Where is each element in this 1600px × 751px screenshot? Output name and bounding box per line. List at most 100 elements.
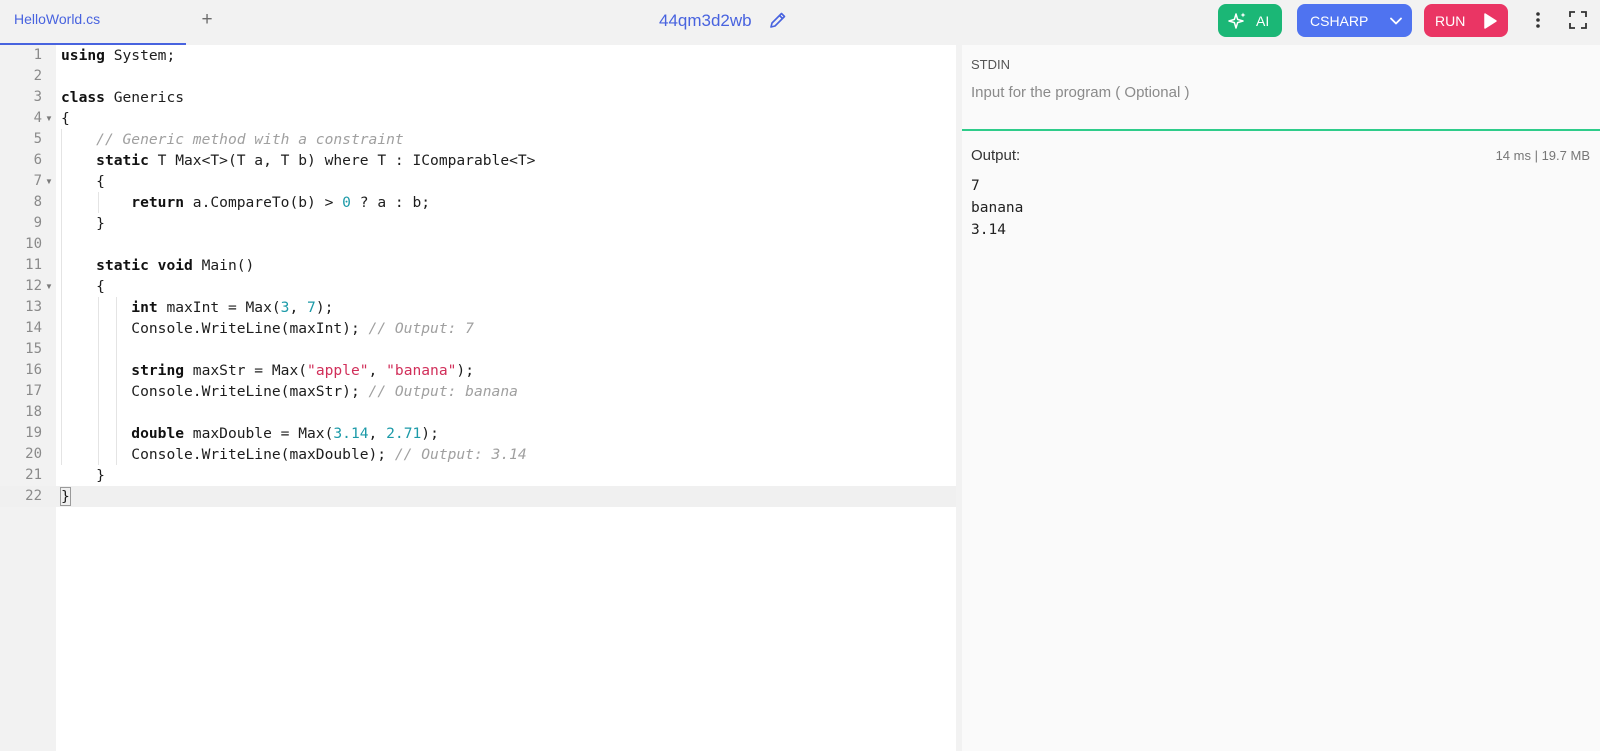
code-token: a.CompareTo(b) > [184, 194, 343, 211]
tab-helloworld-cs[interactable]: HelloWorld.cs [0, 0, 186, 45]
code-token: } [96, 467, 105, 484]
output-panel: Output: 14 ms | 19.7 MB 7 banana 3.14 [962, 131, 1600, 751]
code-token: Main() [192, 257, 255, 274]
top-bar: HelloWorld.cs + 44qm3d2wb AI CSHARP RUN [0, 0, 1600, 45]
add-file-button[interactable]: + [196, 8, 218, 32]
string-literal: "apple" [307, 362, 369, 379]
code-editor[interactable]: 1 using System; 2 3 class Generics 4 ▼ {… [0, 45, 956, 751]
code-text: using System; [61, 45, 175, 66]
code-text: double maxDouble = Max(3.14, 2.71); [61, 423, 439, 444]
run-button[interactable]: RUN [1424, 4, 1508, 37]
code-token: , [368, 362, 387, 379]
line-number: 4 [33, 110, 42, 126]
line-number: 14 [25, 320, 42, 336]
line-number: 8 [33, 194, 42, 210]
project-name[interactable]: 44qm3d2wb [659, 11, 752, 31]
code-text: string maxStr = Max("apple", "banana"); [61, 360, 474, 381]
line-number: 21 [25, 467, 42, 483]
line-number: 11 [25, 257, 42, 273]
number-literal: 3.14 [333, 425, 369, 442]
keyword: double [131, 425, 185, 442]
code-line: 17 Console.WriteLine(maxStr); // Output:… [0, 381, 956, 402]
code-token: , [368, 425, 387, 442]
stdin-input[interactable] [971, 81, 1571, 103]
code-text: } [60, 486, 71, 507]
code-token: ? a : b; [350, 194, 431, 211]
code-token: Console.WriteLine(maxInt); [131, 320, 369, 337]
stdin-label: STDIN [971, 57, 1010, 72]
line-number: 3 [33, 89, 42, 105]
code-line: 16 string maxStr = Max("apple", "banana"… [0, 360, 956, 381]
line-number: 16 [25, 362, 42, 378]
code-token: { [96, 173, 105, 190]
code-token: maxStr = Max( [184, 362, 308, 379]
code-token: System; [104, 47, 176, 64]
code-token: { [96, 278, 105, 295]
ai-button[interactable]: AI [1218, 4, 1282, 37]
pencil-icon[interactable] [768, 10, 788, 30]
code-line: 18 [0, 402, 956, 423]
number-literal: 2.71 [386, 425, 422, 442]
language-label: CSHARP [1310, 13, 1369, 29]
language-select-button[interactable]: CSHARP [1297, 4, 1412, 37]
code-line: 5 // Generic method with a constraint [0, 129, 956, 150]
code-text: // Generic method with a constraint [61, 129, 404, 150]
line-number: 6 [33, 152, 42, 168]
code-line-active: 22 } [0, 486, 956, 507]
line-number: 9 [33, 215, 42, 231]
code-line: 11 static void Main() [0, 255, 956, 276]
code-line: 12 ▼ { [0, 276, 956, 297]
code-text: static T Max<T>(T a, T b) where T : ICom… [61, 150, 535, 171]
run-button-label: RUN [1435, 13, 1466, 29]
keyword: class [61, 89, 105, 106]
code-token: maxInt = Max( [157, 299, 281, 316]
line-number: 19 [25, 425, 42, 441]
code-line: 4 ▼ { [0, 108, 956, 129]
number-literal: 7 [307, 299, 316, 316]
code-line: 6 static T Max<T>(T a, T b) where T : IC… [0, 150, 956, 171]
code-line: 10 [0, 234, 956, 255]
keyword: return [131, 194, 185, 211]
code-line: 21 } [0, 465, 956, 486]
number-literal: 0 [342, 194, 351, 211]
code-text: { [61, 110, 70, 127]
line-number: 7 [33, 173, 42, 189]
output-line: 3.14 [971, 222, 1006, 238]
code-text: class Generics [61, 87, 184, 108]
file-tab-label: HelloWorld.cs [14, 11, 101, 27]
code-text: int maxInt = Max(3, 7); [61, 297, 333, 318]
matching-brace: } [60, 487, 71, 506]
code-line: 9 } [0, 213, 956, 234]
code-token: ); [421, 425, 439, 442]
code-line: 2 [0, 66, 956, 87]
code-line: 1 using System; [0, 45, 956, 66]
code-line: 15 [0, 339, 956, 360]
line-number: 5 [33, 131, 42, 147]
fold-arrow-icon[interactable]: ▼ [45, 108, 53, 129]
string-literal: "banana" [386, 362, 457, 379]
output-line: banana [971, 200, 1024, 216]
code-token: , [289, 299, 308, 316]
code-text: return a.CompareTo(b) > 0 ? a : b; [61, 192, 430, 213]
fold-arrow-icon[interactable]: ▼ [45, 276, 53, 297]
fullscreen-icon[interactable] [1568, 10, 1588, 30]
code-line: 3 class Generics [0, 87, 956, 108]
code-line: 13 int maxInt = Max(3, 7); [0, 297, 956, 318]
keyword: void [157, 257, 193, 274]
code-token: T Max<T>(T a, T b) where T : IComparable… [148, 152, 536, 169]
kebab-menu-icon[interactable] [1528, 9, 1548, 31]
code-token: } [96, 215, 105, 232]
fold-arrow-icon[interactable]: ▼ [45, 171, 53, 192]
keyword: static [96, 257, 149, 274]
execution-stats: 14 ms | 19.7 MB [1495, 148, 1590, 163]
keyword: string [131, 362, 185, 379]
code-line: 14 Console.WriteLine(maxInt); // Output:… [0, 318, 956, 339]
line-number: 18 [25, 404, 42, 420]
comment: // Output: 7 [368, 320, 474, 337]
keyword: int [131, 299, 158, 316]
code-token: Console.WriteLine(maxDouble); [131, 446, 395, 463]
output-line: 7 [971, 178, 980, 194]
line-number: 15 [25, 341, 42, 357]
code-line: 20 Console.WriteLine(maxDouble); // Outp… [0, 444, 956, 465]
